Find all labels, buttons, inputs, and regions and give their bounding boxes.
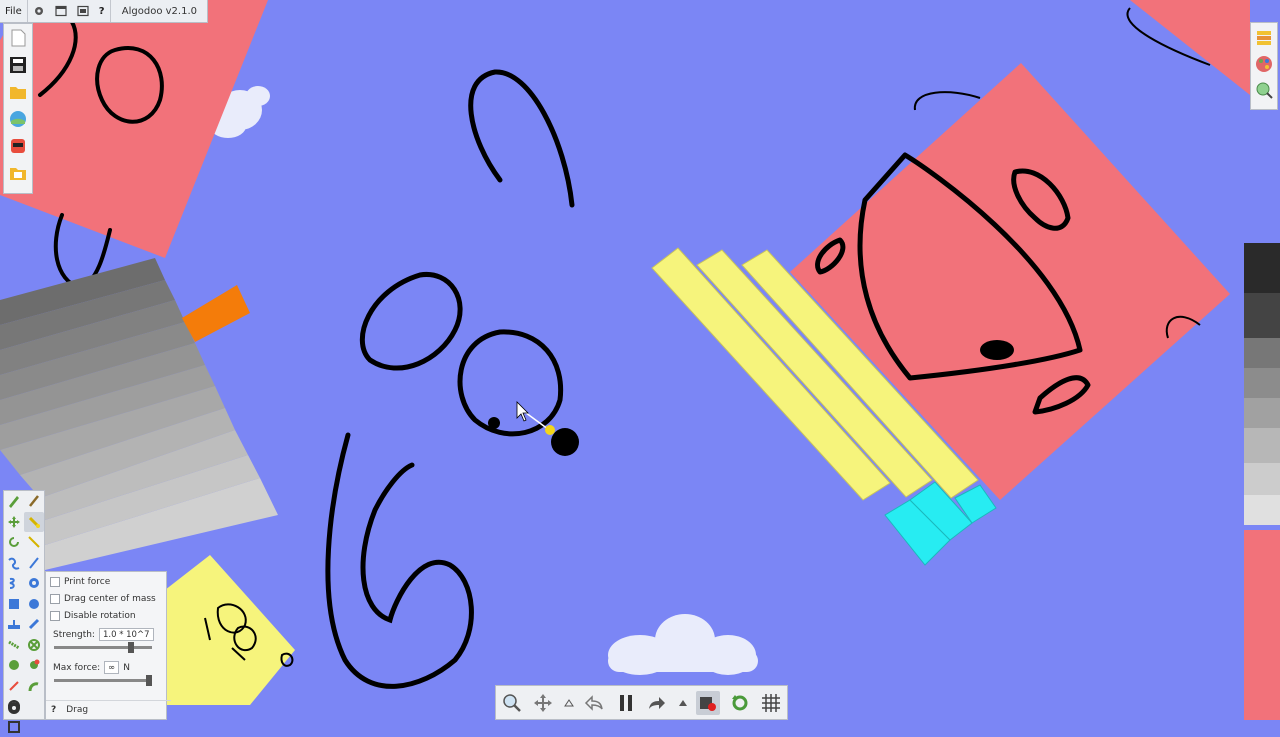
cut-tool-icon[interactable] <box>24 532 44 553</box>
central-sketch <box>328 72 572 686</box>
pen-tool-icon[interactable] <box>24 614 44 635</box>
disable-rotation-option[interactable]: Disable rotation <box>46 607 166 624</box>
drag-center-label: Drag center of mass <box>64 594 156 604</box>
max-force-unit: N <box>123 663 130 673</box>
menu-bar: File ? Algodoo v2.1.0 <box>0 0 208 23</box>
current-tool-label: Drag <box>66 705 88 715</box>
yellow-block-bottom-left[interactable] <box>165 555 295 705</box>
scene-canvas[interactable] <box>0 0 1280 720</box>
max-force-slider[interactable] <box>54 679 152 682</box>
undo-more-icon[interactable] <box>563 691 575 715</box>
mouse-cursor-icon <box>517 402 528 421</box>
settings-icon[interactable] <box>28 0 50 22</box>
file-menu[interactable]: File <box>0 0 27 22</box>
drag-tool-icon[interactable] <box>24 512 44 533</box>
circle-tool-icon[interactable] <box>24 594 44 615</box>
file-toolbar <box>3 23 33 194</box>
orange-block[interactable] <box>182 285 250 342</box>
box-tool-icon[interactable] <box>4 594 24 615</box>
strength-slider[interactable] <box>54 646 152 649</box>
strength-label: Strength: <box>53 630 95 640</box>
chain-tool-icon[interactable] <box>4 635 24 656</box>
redo-icon[interactable] <box>645 691 669 715</box>
zoom-icon[interactable] <box>500 691 524 715</box>
palette-icon[interactable] <box>1253 53 1275 75</box>
tool-settings-icon[interactable] <box>6 700 22 716</box>
disable-rotation-checkbox[interactable] <box>50 611 60 621</box>
hinge-tool-icon[interactable] <box>4 676 24 697</box>
print-force-label: Print force <box>64 577 110 587</box>
new-scene-icon[interactable] <box>7 27 29 49</box>
move-tool-icon[interactable] <box>4 512 24 533</box>
print-force-option[interactable]: Print force <box>46 573 166 590</box>
drag-handle <box>545 425 555 435</box>
app-title: Algodoo v2.1.0 <box>112 6 207 17</box>
max-force-input[interactable]: ∞ <box>104 661 119 674</box>
save-icon[interactable] <box>7 54 29 76</box>
nose-blob <box>980 340 1014 360</box>
right-edge-blocks <box>1244 243 1280 720</box>
drag-center-option[interactable]: Drag center of mass <box>46 590 166 607</box>
drag-center-checkbox[interactable] <box>50 594 60 604</box>
window-icon[interactable] <box>50 0 72 22</box>
plane-tool-icon[interactable] <box>4 614 24 635</box>
phunlets-icon[interactable] <box>7 108 29 130</box>
rope-tool-icon[interactable] <box>4 553 24 574</box>
disable-rotation-label: Disable rotation <box>64 611 136 621</box>
simulation-toolbar <box>495 685 788 720</box>
pause-icon[interactable] <box>614 691 638 715</box>
fullscreen-icon[interactable] <box>72 0 94 22</box>
strength-slider-knob[interactable] <box>128 642 134 653</box>
reset-icon[interactable] <box>728 691 752 715</box>
drag-options-panel: Print force Drag center of mass Disable … <box>45 571 167 720</box>
help-button[interactable]: ? <box>94 0 110 22</box>
max-force-slider-knob[interactable] <box>146 675 152 686</box>
tool-help-button[interactable]: ? <box>51 705 56 715</box>
black-dot <box>488 417 500 429</box>
empty-slot <box>24 696 44 717</box>
max-force-label: Max force: <box>53 663 100 673</box>
black-ball[interactable] <box>551 428 579 456</box>
laser-tool-icon[interactable] <box>24 553 44 574</box>
print-force-checkbox[interactable] <box>50 577 60 587</box>
character-icon[interactable] <box>7 135 29 157</box>
tool-footer: ? Drag <box>46 700 171 719</box>
undo-icon[interactable] <box>582 691 606 715</box>
fixate-tool-icon[interactable] <box>24 635 44 656</box>
axle-tool-icon[interactable] <box>24 676 44 697</box>
tracer-tool-icon[interactable] <box>24 655 44 676</box>
cloud-bottom <box>608 614 758 675</box>
browse-scenes-icon[interactable] <box>7 162 29 184</box>
grid-icon[interactable] <box>759 691 783 715</box>
red-box-top-right[interactable] <box>1130 0 1250 95</box>
record-icon[interactable] <box>696 691 720 715</box>
cyan-blocks[interactable] <box>885 482 996 565</box>
redo-more-icon[interactable] <box>677 691 689 715</box>
strength-input[interactable]: 1.0 * 10^7 <box>99 628 154 641</box>
thruster-tool-icon[interactable] <box>4 655 24 676</box>
rotate-tool-icon[interactable] <box>4 532 24 553</box>
spring-tool-icon[interactable] <box>4 573 24 594</box>
open-folder-icon[interactable] <box>7 81 29 103</box>
tool-palette <box>3 490 45 720</box>
gear-tool-icon[interactable] <box>24 573 44 594</box>
view-toolbar <box>1250 22 1278 110</box>
layers-icon[interactable] <box>1253 27 1275 49</box>
pan-icon[interactable] <box>531 691 555 715</box>
zoom-to-fit-icon[interactable] <box>1253 79 1275 101</box>
sketch-tool-icon[interactable] <box>4 491 24 512</box>
brush-tool-icon[interactable] <box>24 491 44 512</box>
menu-separator <box>110 0 111 22</box>
